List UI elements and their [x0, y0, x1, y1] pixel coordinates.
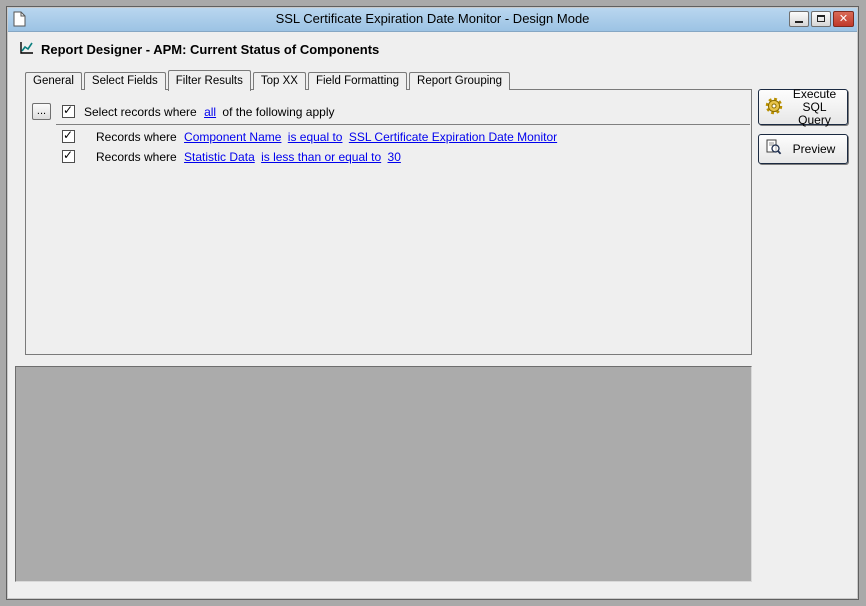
execute-label-line1: Execute: [792, 86, 837, 101]
preview-magnifier-icon: [765, 139, 782, 159]
window-title: SSL Certificate Expiration Date Monitor …: [275, 11, 590, 26]
checkmark-icon: ✓: [63, 148, 74, 162]
report-preview-area: [15, 366, 752, 582]
rule-prefix: Records where: [96, 130, 177, 144]
filter-rule: Records where Statistic Data is less tha…: [96, 150, 401, 164]
filter-results-panel: ... ✓ Select records where all of the fo…: [25, 89, 752, 355]
rule-2-checkbox[interactable]: ✓: [62, 148, 75, 163]
tabstrip: General Select Fields Filter Results Top…: [25, 69, 512, 91]
tab-general[interactable]: General: [25, 72, 82, 90]
more-options-button[interactable]: ...: [32, 103, 51, 120]
gear-icon: [765, 97, 783, 118]
rule-prefix: Records where: [96, 150, 177, 164]
preview-label: Preview: [792, 142, 836, 156]
maximize-button[interactable]: [811, 11, 831, 27]
execute-sql-query-label: Execute SQL Query: [788, 86, 841, 127]
rule-1-checkbox[interactable]: ✓: [62, 128, 75, 143]
rule-2-field-link[interactable]: Statistic Data: [184, 150, 255, 164]
chart-icon: [19, 40, 35, 59]
filter-mode-link[interactable]: all: [204, 105, 216, 119]
close-button[interactable]: ✕: [833, 11, 854, 27]
tab-report-grouping[interactable]: Report Grouping: [409, 72, 511, 90]
minimize-button[interactable]: [789, 11, 809, 27]
close-icon: ✕: [838, 13, 849, 25]
tab-filter-results[interactable]: Filter Results: [167, 70, 251, 91]
filter-header-suffix: of the following apply: [222, 105, 335, 119]
tab-select-fields[interactable]: Select Fields: [83, 72, 166, 90]
filter-header-text: Select records where all of the followin…: [84, 105, 336, 119]
checkmark-icon: ✓: [63, 128, 74, 142]
titlebar: SSL Certificate Expiration Date Monitor …: [8, 8, 857, 32]
page-title: Report Designer - APM: Current Status of…: [41, 42, 380, 57]
tab-top-xx[interactable]: Top XX: [252, 72, 306, 90]
filter-header-separator: [56, 124, 750, 125]
window-controls: ✕: [789, 11, 854, 27]
rule-2-operator-link[interactable]: is less than or equal to: [261, 150, 381, 164]
filter-header-checkbox[interactable]: ✓: [62, 103, 75, 118]
checkmark-icon: ✓: [63, 103, 74, 117]
rule-2-value-link[interactable]: 30: [388, 150, 401, 164]
filter-rule: Records where Component Name is equal to…: [96, 130, 557, 144]
execute-sql-query-button[interactable]: Execute SQL Query: [758, 86, 848, 127]
preview-button[interactable]: Preview: [758, 134, 848, 164]
rule-1-value-link[interactable]: SSL Certificate Expiration Date Monitor: [349, 130, 557, 144]
app-window: SSL Certificate Expiration Date Monitor …: [6, 6, 859, 600]
rule-1-field-link[interactable]: Component Name: [184, 130, 281, 144]
maximize-icon: [817, 15, 825, 22]
minimize-icon: [795, 21, 803, 23]
execute-label-line2: SQL Query: [798, 99, 831, 127]
designer-header: Report Designer - APM: Current Status of…: [19, 40, 379, 59]
document-icon: [13, 11, 27, 27]
filter-header-prefix: Select records where: [84, 105, 197, 119]
tab-field-formatting[interactable]: Field Formatting: [307, 72, 408, 90]
rule-1-operator-link[interactable]: is equal to: [288, 130, 343, 144]
